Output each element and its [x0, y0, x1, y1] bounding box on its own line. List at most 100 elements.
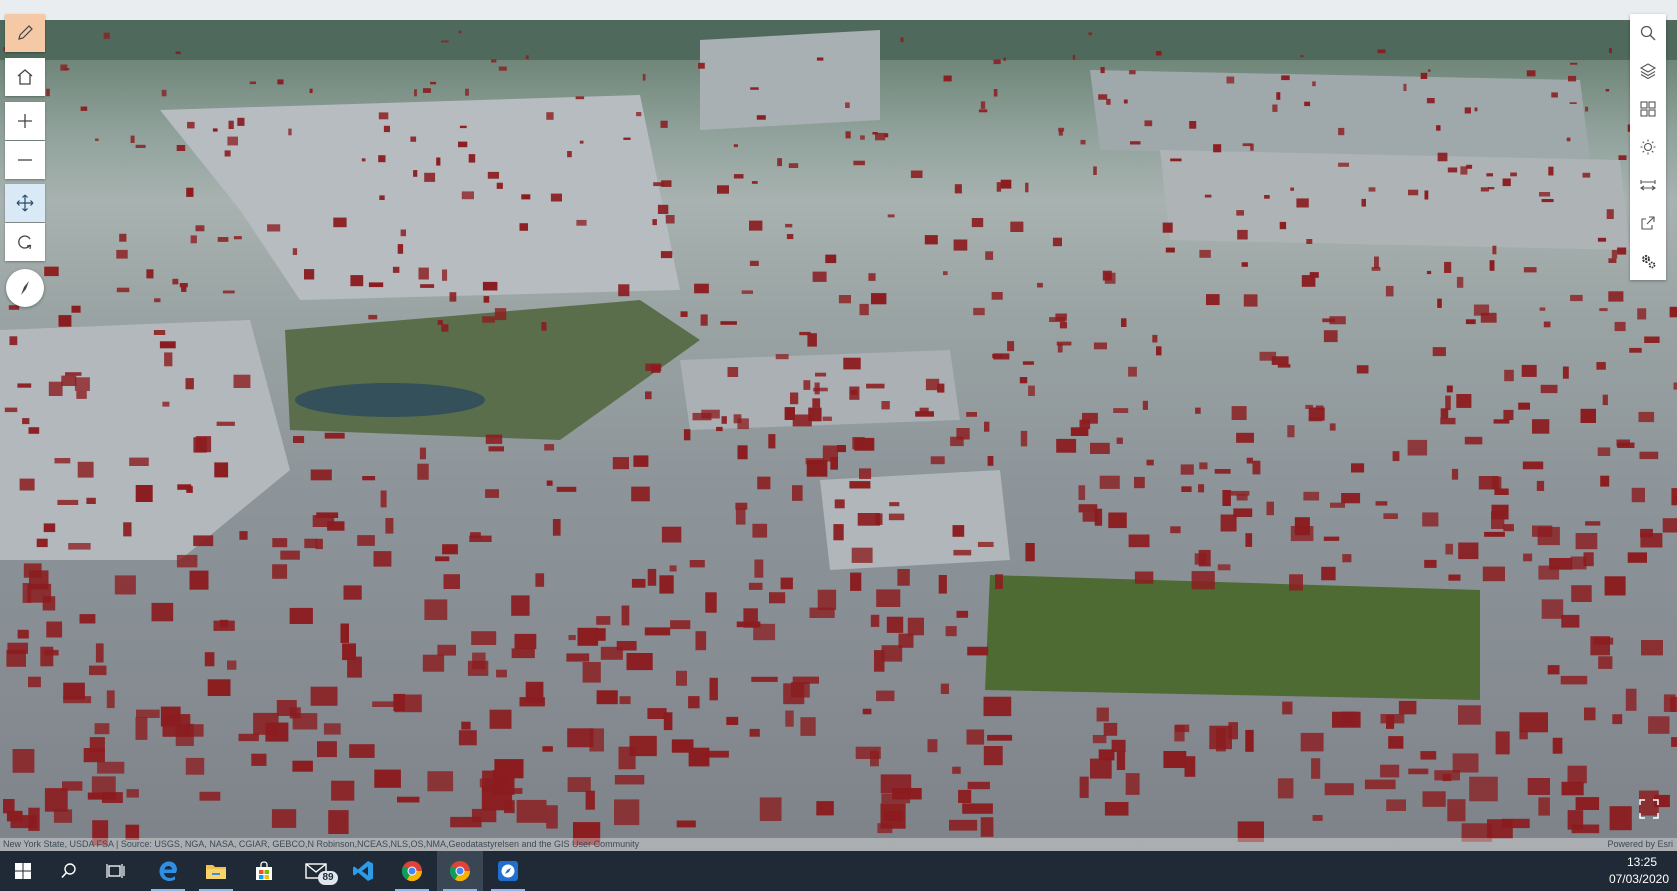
- settings-button[interactable]: [1630, 242, 1666, 280]
- zoom-in-button[interactable]: [5, 102, 45, 140]
- building: [418, 267, 429, 280]
- building: [496, 669, 507, 678]
- building: [1209, 725, 1232, 750]
- building: [237, 117, 245, 126]
- building: [953, 549, 972, 556]
- arcgis-app[interactable]: [485, 851, 531, 891]
- building: [1056, 438, 1077, 453]
- building: [871, 293, 887, 305]
- share-button[interactable]: [1630, 204, 1666, 242]
- building: [68, 543, 91, 550]
- building: [716, 426, 723, 432]
- building: [825, 254, 837, 264]
- building: [1612, 714, 1623, 725]
- building: [442, 544, 458, 555]
- daylight-button[interactable]: [1630, 128, 1666, 166]
- taskbar-search-button[interactable]: [46, 851, 92, 891]
- building: [881, 401, 890, 410]
- building: [176, 554, 198, 568]
- building: [1648, 716, 1670, 734]
- fullscreen-button[interactable]: [1636, 796, 1662, 822]
- building: [465, 88, 469, 96]
- building: [114, 575, 136, 595]
- building: [161, 89, 167, 97]
- layers-button[interactable]: [1630, 52, 1666, 90]
- building: [1448, 574, 1461, 581]
- building: [566, 653, 590, 662]
- scene-view[interactable]: [0, 0, 1677, 851]
- search-icon: [61, 863, 76, 879]
- powered-by-esri[interactable]: Powered by Esri: [1607, 838, 1673, 851]
- building: [76, 391, 87, 399]
- building: [437, 644, 456, 656]
- building: [87, 792, 116, 800]
- building: [966, 412, 977, 417]
- building: [683, 429, 691, 441]
- basemap-gallery-button[interactable]: [1630, 90, 1666, 128]
- task-view-button[interactable]: [93, 851, 139, 891]
- building: [876, 589, 901, 607]
- vscode-app[interactable]: [340, 851, 386, 891]
- building: [1527, 778, 1550, 795]
- file-explorer-app[interactable]: [193, 851, 239, 891]
- scene-canvas[interactable]: [0, 0, 1677, 851]
- start-button[interactable]: [0, 851, 46, 891]
- building: [343, 585, 362, 600]
- building: [1547, 665, 1560, 675]
- building: [956, 610, 969, 618]
- building: [1584, 707, 1596, 721]
- building: [304, 538, 318, 549]
- building: [1236, 210, 1244, 216]
- pencil-icon: [18, 25, 33, 40]
- attribution-sources[interactable]: New York State, USDA FSA | Source: USGS,…: [3, 838, 639, 851]
- mail-app[interactable]: 89: [293, 851, 339, 891]
- building: [1614, 321, 1626, 332]
- building: [1385, 285, 1394, 297]
- building: [756, 115, 766, 120]
- building: [1088, 32, 1092, 36]
- building: [822, 445, 838, 462]
- zoom-out-button[interactable]: [5, 141, 45, 179]
- edge-app[interactable]: [145, 851, 191, 891]
- move-icon: [16, 194, 34, 212]
- measure-button[interactable]: [1630, 166, 1666, 204]
- building: [195, 225, 205, 232]
- building: [383, 125, 390, 133]
- building: [1570, 556, 1587, 570]
- home-button[interactable]: [5, 58, 45, 96]
- building: [385, 518, 394, 534]
- rotate-button[interactable]: [5, 223, 45, 261]
- building: [482, 281, 498, 291]
- pan-button[interactable]: [5, 184, 45, 222]
- building: [978, 109, 988, 113]
- building: [698, 62, 705, 69]
- building: [661, 180, 672, 187]
- building: [357, 535, 375, 546]
- store-app[interactable]: [241, 851, 287, 891]
- compass-button[interactable]: [6, 269, 44, 307]
- windows-icon: [15, 863, 31, 879]
- building: [1130, 141, 1141, 145]
- building: [1199, 249, 1211, 258]
- sketch-button[interactable]: [5, 14, 45, 52]
- building: [378, 155, 386, 163]
- building: [427, 771, 454, 792]
- building: [1582, 172, 1591, 178]
- building: [1627, 552, 1647, 563]
- building: [1309, 272, 1319, 278]
- building: [780, 577, 793, 590]
- building: [324, 432, 345, 439]
- chrome-app[interactable]: [389, 851, 435, 891]
- building: [1532, 419, 1550, 434]
- building: [361, 158, 366, 162]
- building: [1103, 722, 1118, 736]
- system-clock[interactable]: 13:25 07/03/2020: [1589, 851, 1669, 891]
- building: [631, 486, 650, 502]
- building: [585, 790, 595, 810]
- chrome-active-app[interactable]: [437, 851, 483, 891]
- building: [849, 481, 871, 489]
- building: [1106, 98, 1111, 105]
- building: [817, 589, 837, 610]
- building: [1492, 245, 1497, 255]
- search-button[interactable]: [1630, 14, 1666, 52]
